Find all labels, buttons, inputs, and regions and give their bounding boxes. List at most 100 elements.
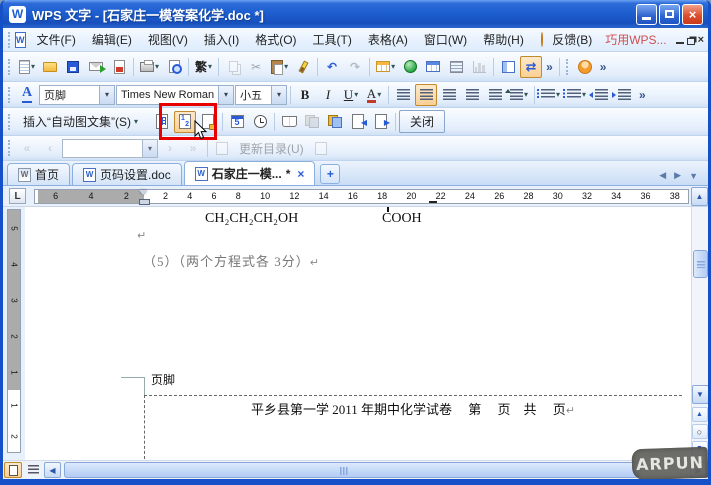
insert-date-button[interactable]: 5 bbox=[226, 111, 248, 133]
menu-file[interactable]: 文件(F) bbox=[30, 28, 83, 51]
page-setup-button[interactable] bbox=[278, 111, 300, 133]
menu-format[interactable]: 格式(O) bbox=[248, 28, 303, 51]
insert-autotext-button[interactable]: 插入“自动图文集”(S) ▾ bbox=[16, 111, 150, 133]
decrease-indent-button[interactable] bbox=[590, 84, 612, 106]
toolbar-grip[interactable] bbox=[8, 59, 12, 75]
feedback-toolbar-button[interactable] bbox=[574, 56, 596, 78]
tab-pagesetup-doc[interactable]: W 页码设置.doc bbox=[72, 163, 182, 185]
increase-indent-button[interactable] bbox=[613, 84, 635, 106]
doc-restore-button[interactable] bbox=[687, 32, 695, 47]
bold-button[interactable]: B bbox=[294, 84, 316, 106]
styles-button[interactable]: A bbox=[16, 84, 38, 106]
hyperlink-button[interactable] bbox=[399, 56, 421, 78]
horizontal-scrollbar-thumb[interactable] bbox=[64, 462, 639, 478]
document-page[interactable]: CH₂CH₂CH₂OH COOH ↵ （5）（两个方程式各 3分）↵ 页脚 平乡… bbox=[25, 207, 691, 460]
insert-time-button[interactable] bbox=[249, 111, 271, 133]
close-header-footer-button[interactable]: 关闭 bbox=[399, 110, 445, 133]
horizontal-scrollbar[interactable] bbox=[63, 462, 688, 478]
new-tab-button[interactable]: + bbox=[320, 164, 340, 184]
vertical-ruler[interactable]: 5 4 3 2 1 1 2 bbox=[3, 207, 25, 460]
minimize-button[interactable] bbox=[636, 4, 657, 25]
toolbar-overflow-button[interactable]: » bbox=[543, 60, 556, 74]
chevron-down-icon[interactable]: ▾ bbox=[271, 86, 286, 104]
numbered-list-button[interactable]: ▾ bbox=[538, 84, 563, 106]
tab-list-icon[interactable]: ▼ bbox=[689, 171, 698, 181]
wrap-toggle-button[interactable]: ⇄ bbox=[520, 56, 542, 78]
toolbar-grip[interactable] bbox=[8, 87, 12, 103]
tab-home[interactable]: W 首页 bbox=[7, 163, 70, 185]
open-button[interactable] bbox=[39, 56, 61, 78]
format-painter-button[interactable] bbox=[292, 56, 314, 78]
scroll-left-button[interactable]: ◀ bbox=[44, 462, 61, 478]
print-button[interactable]: ▾ bbox=[137, 56, 162, 78]
switch-header-footer-button[interactable] bbox=[324, 111, 346, 133]
distribute-button[interactable] bbox=[484, 84, 506, 106]
footer-text[interactable]: 平乡县第一学 2011 年期中化学试卷 第 页 共 页↵ bbox=[144, 399, 682, 418]
insert-page-count-button[interactable]: 12 bbox=[174, 111, 196, 133]
align-center-button[interactable] bbox=[415, 84, 437, 106]
promo-link[interactable]: 巧用WPS... bbox=[601, 31, 670, 48]
toolbar-grip[interactable] bbox=[8, 140, 12, 156]
document-map-button[interactable] bbox=[497, 56, 519, 78]
line-spacing-button[interactable]: ▾ bbox=[507, 84, 531, 106]
style-combobox[interactable]: 页脚 ▾ bbox=[39, 85, 115, 105]
menu-insert[interactable]: 插入(I) bbox=[197, 28, 246, 51]
align-left-button[interactable] bbox=[392, 84, 414, 106]
tab-close-icon[interactable]: × bbox=[297, 167, 304, 181]
tab-shijiazhuang-doc[interactable]: W 石家庄一模... * × bbox=[184, 161, 316, 185]
doc-close-button[interactable]: × bbox=[698, 32, 704, 47]
font-size-combobox[interactable]: 小五 ▾ bbox=[235, 85, 287, 105]
page-view-button[interactable] bbox=[4, 462, 22, 478]
menu-window[interactable]: 窗口(W) bbox=[417, 28, 474, 51]
font-combobox[interactable]: Times New Roman ▾ bbox=[116, 85, 234, 105]
menu-edit[interactable]: 编辑(E) bbox=[85, 28, 139, 51]
menu-tools[interactable]: 工具(T) bbox=[306, 28, 359, 51]
vertical-scrollbar[interactable]: ▼ ▲ ○ ▼ bbox=[691, 207, 708, 460]
horizontal-ruler[interactable]: 6 4 2 2 4 6 8 10 12 14 16 18 20 22 24 26… bbox=[34, 189, 689, 204]
insert-page-number-button[interactable] bbox=[151, 111, 173, 133]
menu-help[interactable]: 帮助(H) bbox=[476, 28, 531, 51]
tab-stop-marker[interactable] bbox=[429, 201, 437, 203]
chevron-down-icon[interactable]: ▾ bbox=[99, 86, 114, 104]
columns-button[interactable] bbox=[445, 56, 467, 78]
doc-minimize-button[interactable] bbox=[676, 32, 684, 47]
scroll-up-button[interactable]: ▲ bbox=[691, 187, 708, 206]
menu-view[interactable]: 视图(V) bbox=[141, 28, 195, 51]
italic-button[interactable]: I bbox=[317, 84, 339, 106]
save-button[interactable] bbox=[62, 56, 84, 78]
insert-table-button[interactable]: ▾ bbox=[373, 56, 398, 78]
justify-button[interactable] bbox=[461, 84, 483, 106]
show-previous-button[interactable]: ◀ bbox=[347, 111, 369, 133]
maximize-button[interactable] bbox=[659, 4, 680, 25]
tab-scroll-right-icon[interactable]: ▶ bbox=[674, 170, 681, 181]
font-color-button[interactable]: A▾ bbox=[363, 84, 385, 106]
paste-button[interactable]: ▾ bbox=[268, 56, 291, 78]
print-preview-button[interactable] bbox=[163, 56, 185, 78]
undo-button[interactable]: ↶ bbox=[321, 56, 343, 78]
chevron-down-icon[interactable]: ▾ bbox=[218, 86, 233, 104]
browse-previous-button[interactable]: ▲ bbox=[692, 407, 708, 422]
indent-marker[interactable] bbox=[139, 190, 148, 205]
format-page-number-button[interactable] bbox=[197, 111, 219, 133]
bullet-list-button[interactable]: ▾ bbox=[564, 84, 589, 106]
outline-level-combobox[interactable]: ▾ bbox=[62, 139, 158, 158]
chevron-down-icon[interactable]: ▾ bbox=[142, 140, 157, 157]
tab-scroll-left-icon[interactable]: ◀ bbox=[659, 170, 666, 181]
tc-convert-button[interactable]: 繁▾ bbox=[192, 56, 215, 78]
tab-stop-selector[interactable]: L bbox=[9, 188, 26, 204]
toolbar-overflow-button[interactable]: » bbox=[597, 60, 610, 74]
menu-feedback[interactable]: 反馈(B) bbox=[545, 28, 599, 51]
show-next-button[interactable]: ▶ bbox=[370, 111, 392, 133]
select-browse-object-button[interactable]: ○ bbox=[692, 424, 708, 439]
email-button[interactable] bbox=[85, 56, 107, 78]
align-right-button[interactable] bbox=[438, 84, 460, 106]
table-button[interactable] bbox=[422, 56, 444, 78]
menu-table[interactable]: 表格(A) bbox=[361, 28, 415, 51]
toolbar-overflow-button[interactable]: » bbox=[636, 88, 649, 102]
underline-button[interactable]: U▾ bbox=[340, 84, 362, 106]
outline-view-button[interactable] bbox=[24, 462, 42, 478]
toolbar-grip[interactable] bbox=[8, 114, 12, 130]
vertical-scrollbar-thumb[interactable] bbox=[693, 250, 708, 278]
export-pdf-button[interactable] bbox=[108, 56, 130, 78]
scroll-down-button[interactable]: ▼ bbox=[692, 385, 709, 404]
